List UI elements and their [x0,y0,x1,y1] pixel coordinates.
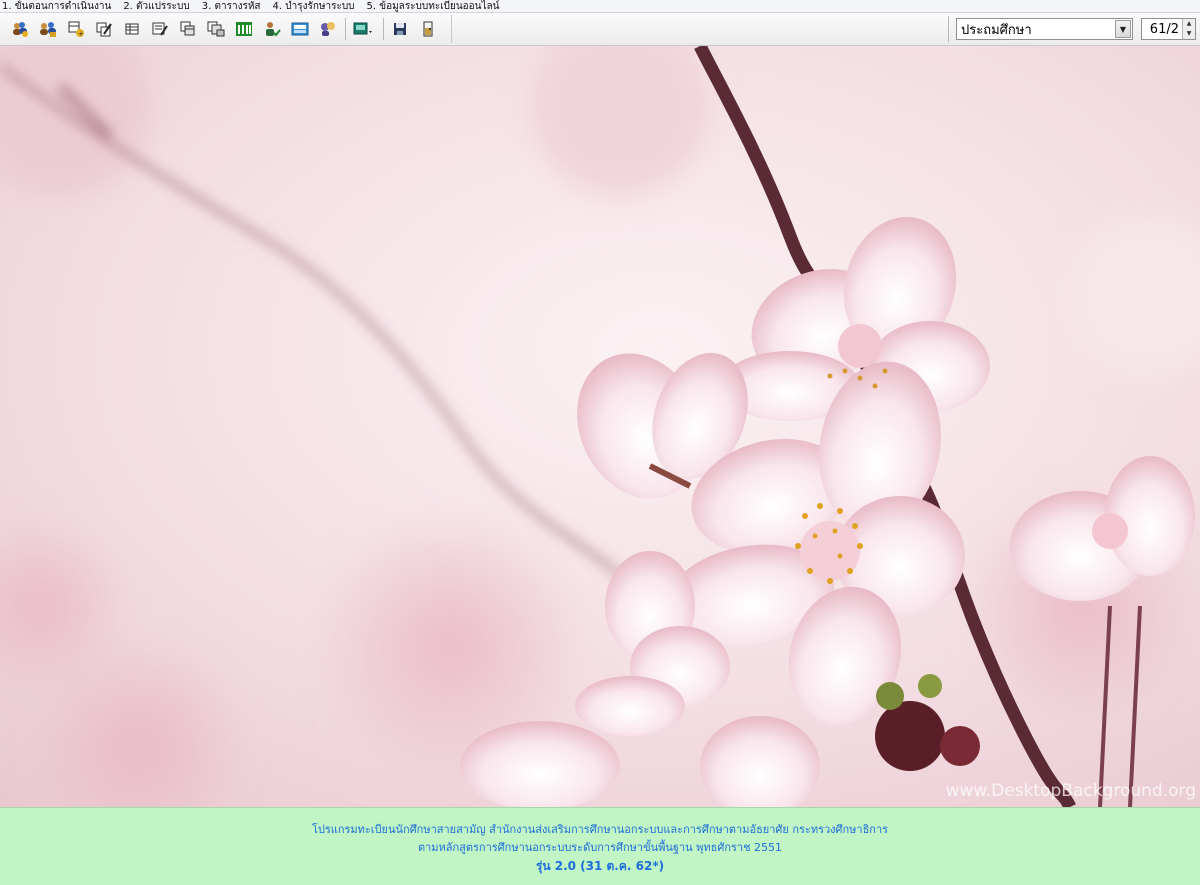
menu-item-system-variables[interactable]: 2. ตัวแปรระบบ [123,2,189,12]
user-check-icon [266,22,281,37]
spinner-buttons[interactable]: ▲ ▼ [1182,19,1195,39]
records-edit-icon [96,22,112,37]
toolbar: + ประถมศึกษา ▼ 61/2 ▲ ▼ [0,13,1200,46]
exit-icon [423,21,433,37]
svg-text:+: + [78,30,84,38]
program-description: โปรแกรมทะเบียนนักศึกษาสายสามัญ สำนักงานส… [311,823,889,836]
save-icon [394,23,406,35]
menu-item-maintenance[interactable]: 4. บำรุงรักษาระบบ [273,2,355,12]
column-chart-icon [236,22,252,36]
toolbar-separator [383,18,384,40]
program-version: รุ่น 2.0 (31 ต.ค. 62*) [535,859,665,873]
copy-button[interactable] [177,18,199,40]
chevron-down-icon[interactable]: ▼ [1115,20,1131,38]
desktop-wallpaper: www.DesktopBackground.org [0,46,1200,807]
toolbar-right-separator [948,16,949,42]
users-group-button[interactable] [37,18,59,40]
certificate-button[interactable] [289,18,311,40]
form-edit-button[interactable] [149,18,171,40]
education-level-value: ประถมศึกษา [961,22,1032,38]
people-chat-button[interactable] [317,18,339,40]
toolbar-button-group: + [5,15,452,43]
toolbar-separator [345,18,346,40]
menu-bar: 1. ขั้นตอนการดำเนินงาน 2. ตัวแปรระบบ 3. … [0,0,1200,13]
table-add-button[interactable]: + [65,18,87,40]
records-edit-button[interactable] [93,18,115,40]
table-add-icon: + [68,21,84,38]
user-check-button[interactable] [261,18,283,40]
grid-button[interactable] [121,18,143,40]
academic-term-value: 61/2 [1149,21,1179,37]
wallpaper-watermark: www.DesktopBackground.org [945,781,1196,801]
users-add-button[interactable] [9,18,31,40]
column-chart-button[interactable] [233,18,255,40]
spin-down-icon[interactable]: ▼ [1183,29,1195,39]
screen-dropdown-icon [353,22,372,35]
program-info-banner: โปรแกรมทะเบียนนักศึกษาสายสามัญ สำนักงานส… [0,807,1200,885]
copy-icon [180,21,195,36]
cherry-blossom-image [0,46,1200,807]
grid-icon [125,23,139,35]
save-button[interactable] [389,18,411,40]
certificate-icon [291,22,309,36]
multi-copy-button[interactable] [205,18,227,40]
users-add-icon [13,22,28,37]
exit-button[interactable] [417,18,439,40]
menu-item-online-registry[interactable]: 5. ข้อมูลระบบทะเบียนออนไลน์ [367,2,500,12]
screen-dropdown-button[interactable] [351,18,377,40]
menu-item-code-tables[interactable]: 3. ตารางรหัส [202,2,261,12]
form-edit-icon [152,22,168,36]
people-chat-icon [321,22,335,36]
users-group-icon [40,22,56,37]
menu-item-workflow[interactable]: 1. ขั้นตอนการดำเนินงาน [2,2,111,12]
spin-up-icon[interactable]: ▲ [1183,19,1195,29]
multi-copy-icon [207,21,225,37]
curriculum-description: ตามหลักสูตรการศึกษานอกระบบระดับการศึกษาข… [417,841,783,854]
education-level-select[interactable]: ประถมศึกษา ▼ [956,18,1133,40]
academic-term-spinner[interactable]: 61/2 ▲ ▼ [1141,18,1196,40]
